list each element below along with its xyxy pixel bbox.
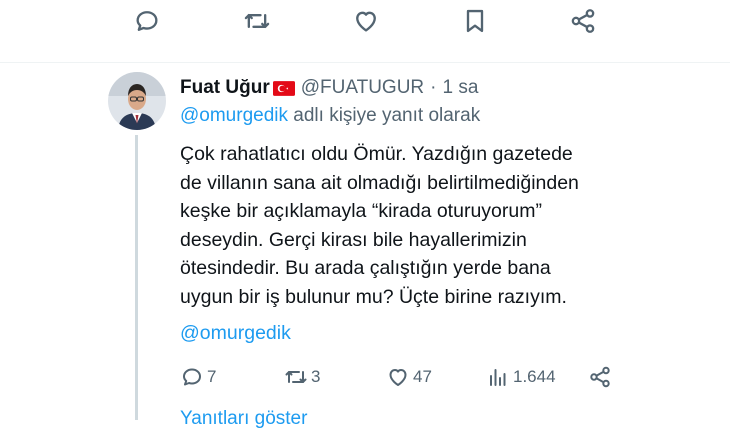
replying-to: @omurgedik adlı kişiye yanıt olarak [180,105,480,127]
share-icon [571,9,595,33]
tweet-text: Çok rahatlatıcı oldu Ömür. Yazdığın gaze… [180,140,660,311]
author-handle[interactable]: @FUATUGUR [301,77,424,99]
reply-button[interactable]: 7 [180,362,216,392]
views-button[interactable]: 1.644 [486,362,556,392]
tweet-text-line: uygun bir iş bulunur mu? Üçte birine raz… [180,285,567,308]
like-button[interactable]: 47 [386,362,432,392]
tweet-mention-link[interactable]: @omurgedik [180,322,291,345]
like-icon [356,11,376,32]
share-icon [590,366,610,388]
reply-to-mention[interactable]: @omurgedik [180,105,288,126]
reply-to-label: adlı kişiye yanıt olarak [288,105,481,126]
like-count: 47 [413,367,432,386]
bookmark-button[interactable] [458,4,492,38]
tweet-divider [0,62,730,63]
avatar[interactable] [108,72,166,130]
analytics-icon [490,369,506,386]
reply-icon [183,368,201,386]
bookmark-icon [466,9,484,33]
tweet-header: Fuat Uğur @FUATUGUR · 1 sa [180,75,478,101]
retweet-count: 3 [311,367,321,386]
header-separator: · [430,77,437,98]
share-button[interactable] [566,4,600,38]
tweet-text-line: ötesindedir. Bu arada çalıştığın yerde b… [180,257,551,279]
author-name[interactable]: Fuat Uğur [180,77,270,99]
share-button[interactable] [588,362,612,392]
retweet-icon [285,371,307,383]
tweet-text-line: keşke bir açıklamayla “kirada oturuyorum… [180,200,542,222]
retweet-button[interactable] [240,4,274,38]
avatar-image [108,72,166,130]
tweet-text-line: deseydin. Gerçi kirası bile hayallerimiz… [180,228,527,251]
retweet-icon [244,14,270,29]
tweet-time[interactable]: 1 sa [442,77,478,99]
tweet-text-line: de villanın sana ait olmadığı belirtilme… [180,171,579,194]
thread-line [135,135,138,420]
reply-count: 7 [207,367,217,386]
like-button[interactable] [349,4,383,38]
reply-icon [136,11,158,31]
show-replies-link[interactable]: Yanıtları göster [180,408,307,430]
reply-button[interactable] [130,4,164,38]
turkey-flag-icon [272,80,295,96]
views-count: 1.644 [513,367,556,386]
like-icon [389,369,407,386]
retweet-button[interactable]: 3 [284,362,320,392]
tweet-text-line: Çok rahatlatıcı oldu Ömür. Yazdığın gaze… [180,143,573,165]
